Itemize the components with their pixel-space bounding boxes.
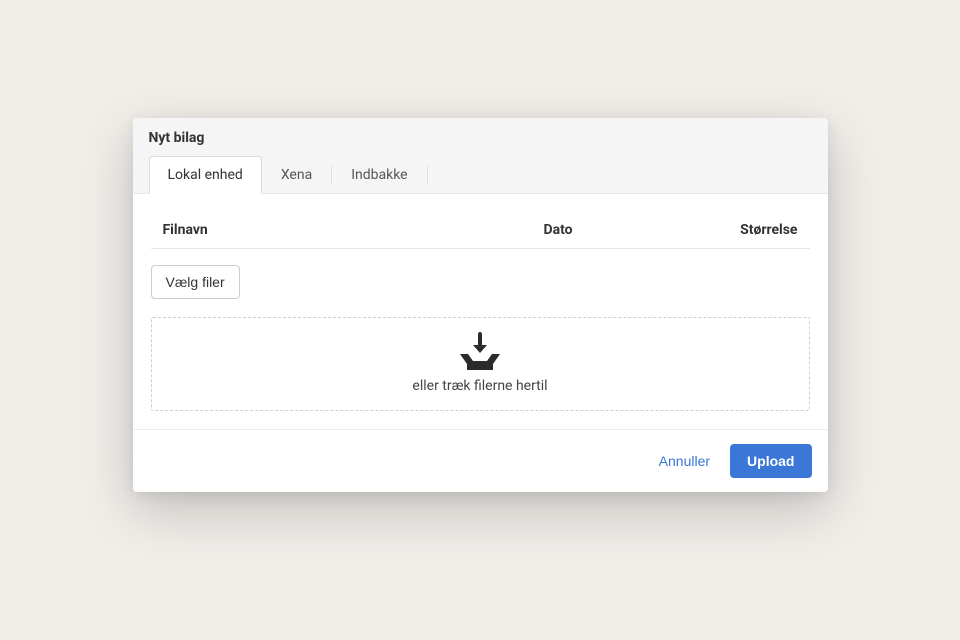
- tab-xena[interactable]: Xena: [262, 156, 331, 194]
- modal-body: Filnavn Dato Størrelse Vælg filer eller …: [133, 194, 828, 429]
- choose-files-button[interactable]: Vælg filer: [151, 265, 240, 299]
- tab-local-device[interactable]: Lokal enhed: [149, 156, 262, 194]
- file-table-header: Filnavn Dato Størrelse: [151, 212, 810, 249]
- column-date: Dato: [544, 222, 684, 238]
- upload-button[interactable]: Upload: [730, 444, 811, 478]
- inbox-download-icon: [162, 332, 799, 372]
- dropzone[interactable]: eller træk filerne hertil: [151, 317, 810, 411]
- tab-separator: [427, 166, 428, 184]
- choose-files-row: Vælg filer: [151, 265, 810, 299]
- tab-label: Xena: [281, 167, 312, 183]
- tab-label: Lokal enhed: [168, 167, 243, 183]
- upload-modal: Nyt bilag Lokal enhed Xena Indbakke Filn…: [133, 118, 828, 492]
- tab-inbox[interactable]: Indbakke: [332, 156, 426, 194]
- column-size: Størrelse: [684, 222, 804, 238]
- modal-title: Nyt bilag: [149, 130, 812, 146]
- dropzone-text: eller træk filerne hertil: [162, 378, 799, 394]
- modal-footer: Annuller Upload: [133, 429, 828, 492]
- tabs: Lokal enhed Xena Indbakke: [149, 156, 812, 194]
- modal-header: Nyt bilag Lokal enhed Xena Indbakke: [133, 118, 828, 194]
- cancel-button[interactable]: Annuller: [649, 445, 720, 477]
- column-filename: Filnavn: [157, 222, 544, 238]
- tab-label: Indbakke: [351, 167, 407, 183]
